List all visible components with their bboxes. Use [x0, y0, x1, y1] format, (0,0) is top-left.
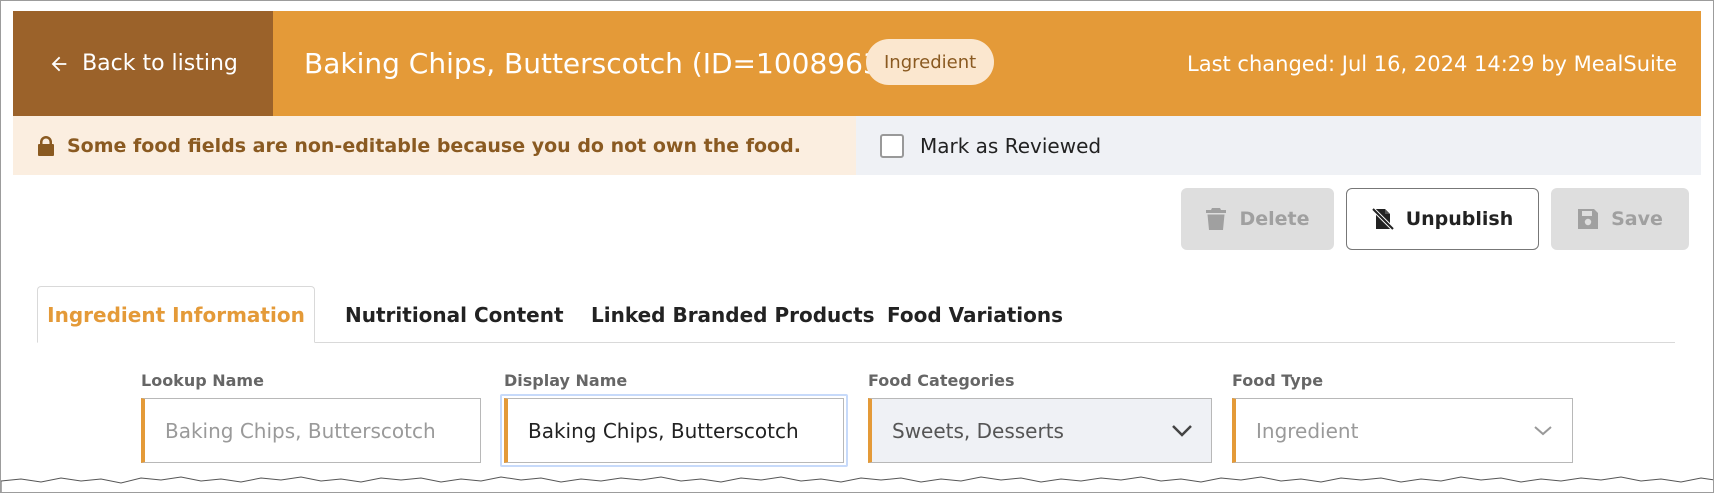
display-name-label: Display Name — [504, 371, 628, 390]
lookup-name-field[interactable]: Baking Chips, Butterscotch — [141, 398, 481, 463]
delete-button[interactable]: Delete — [1181, 188, 1334, 250]
torn-edge-decoration — [1, 476, 1713, 492]
notice-text: Some food fields are non-editable becaus… — [67, 134, 801, 157]
arrow-left-icon — [51, 56, 67, 71]
chevron-down-icon — [1534, 425, 1552, 435]
floppy-disk-icon — [1578, 209, 1599, 229]
page-title: Baking Chips, Butterscotch (ID=1008963) — [304, 47, 892, 80]
unpublish-label: Unpublish — [1405, 208, 1514, 230]
food-type-select[interactable]: Ingredient — [1232, 398, 1573, 463]
tab-linked-branded-products[interactable]: Linked Branded Products — [591, 286, 875, 343]
delete-label: Delete — [1239, 208, 1310, 230]
chevron-down-icon — [1172, 424, 1192, 437]
food-type-badge: Ingredient — [866, 39, 995, 85]
unpublish-icon — [1371, 207, 1394, 231]
non-editable-notice: Some food fields are non-editable becaus… — [13, 116, 856, 175]
last-changed-text: Last changed: Jul 16, 2024 14:29 by Meal… — [1187, 51, 1677, 76]
unpublish-button[interactable]: Unpublish — [1346, 188, 1539, 250]
tab-ingredient-information[interactable]: Ingredient Information — [37, 286, 315, 343]
food-categories-select[interactable]: Sweets, Desserts — [868, 398, 1212, 463]
food-type-label: Food Type — [1232, 371, 1324, 390]
save-button[interactable]: Save — [1551, 188, 1689, 250]
lookup-name-label: Lookup Name — [141, 371, 264, 390]
back-to-listing-label: Back to listing — [82, 51, 238, 76]
page-header: Back to listing Baking Chips, Butterscot… — [13, 11, 1701, 116]
food-categories-label: Food Categories — [868, 371, 1015, 390]
review-bar: Mark as Reviewed — [856, 116, 1701, 175]
mark-as-reviewed-checkbox[interactable] — [880, 133, 904, 158]
app-window: Back to listing Baking Chips, Butterscot… — [0, 0, 1714, 493]
food-type-value: Ingredient — [1256, 418, 1359, 443]
save-label: Save — [1611, 208, 1663, 230]
back-to-listing-button[interactable]: Back to listing — [13, 11, 273, 116]
display-name-field[interactable]: Baking Chips, Butterscotch — [504, 398, 844, 463]
tab-nutritional-content[interactable]: Nutritional Content — [345, 286, 564, 343]
lock-icon — [38, 135, 54, 156]
food-categories-value: Sweets, Desserts — [892, 418, 1064, 443]
tab-food-variations[interactable]: Food Variations — [887, 286, 1063, 343]
trash-icon — [1206, 208, 1227, 230]
mark-as-reviewed-label[interactable]: Mark as Reviewed — [920, 134, 1101, 158]
